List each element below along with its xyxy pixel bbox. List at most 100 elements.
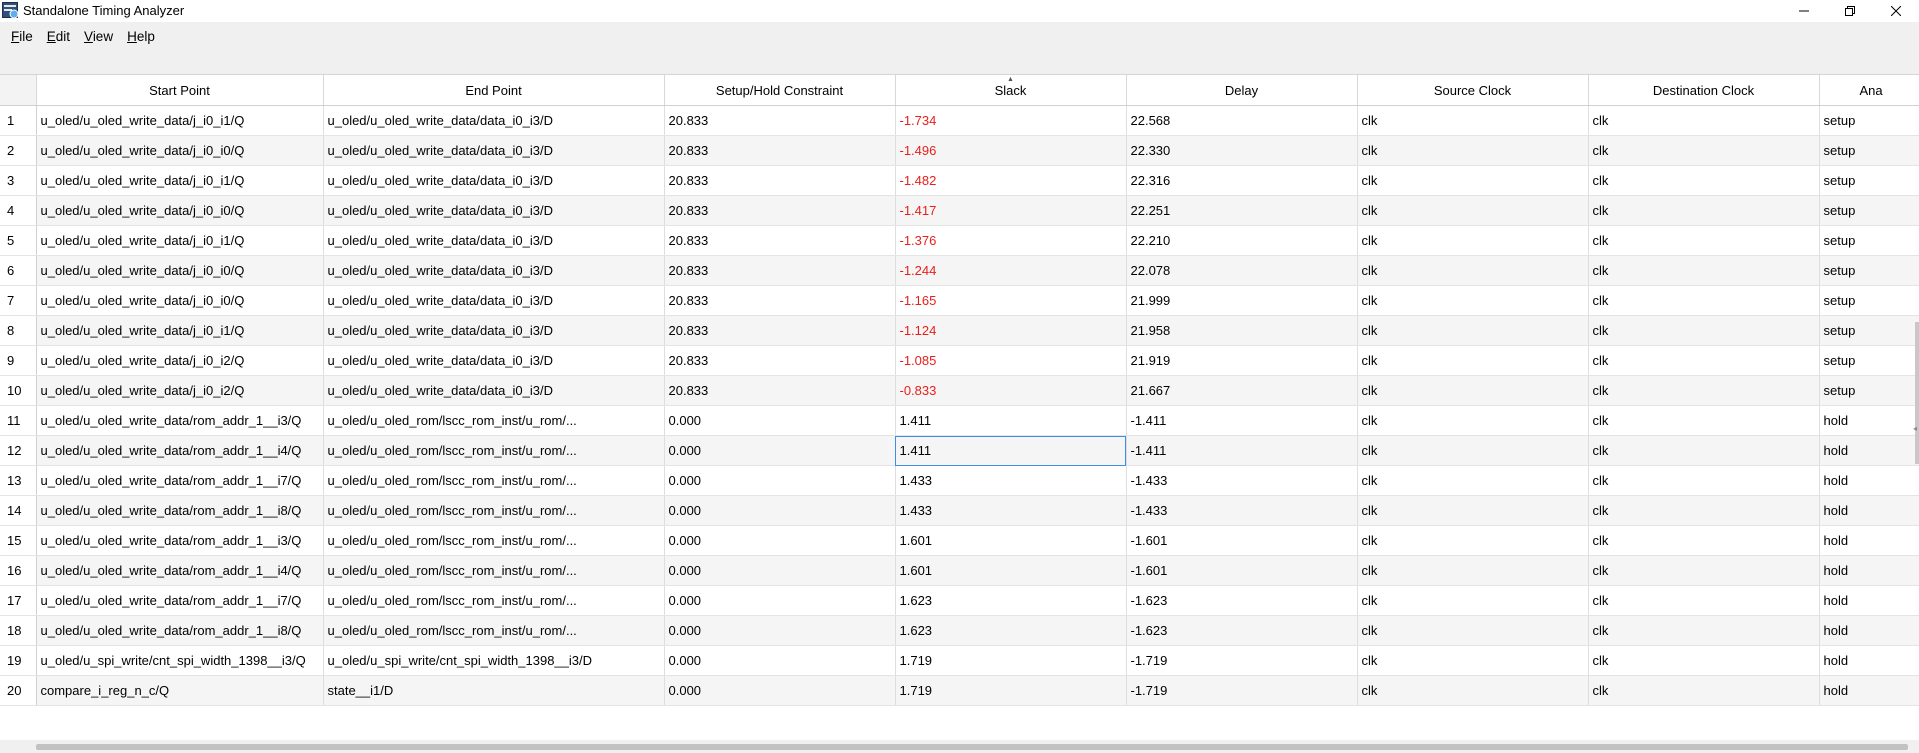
slack-cell[interactable]: 1.719: [895, 645, 1127, 676]
delay-cell[interactable]: 22.078: [1126, 255, 1358, 286]
start-point-cell[interactable]: u_oled/u_oled_write_data/j_i0_i0/Q: [36, 135, 324, 166]
analysis-type-cell[interactable]: hold: [1819, 525, 1919, 556]
start-point-cell[interactable]: u_oled/u_oled_write_data/j_i0_i0/Q: [36, 285, 324, 316]
end-point-cell[interactable]: state__i1/D: [323, 675, 665, 706]
row-number[interactable]: 13: [0, 465, 37, 496]
start-point-cell[interactable]: u_oled/u_oled_write_data/j_i0_i0/Q: [36, 255, 324, 286]
row-number[interactable]: 8: [0, 315, 37, 346]
destination-clock-cell[interactable]: clk: [1588, 645, 1820, 676]
analysis-type-cell[interactable]: hold: [1819, 585, 1919, 616]
slack-cell[interactable]: -1.244: [895, 255, 1127, 286]
destination-clock-cell[interactable]: clk: [1588, 375, 1820, 406]
start-point-cell[interactable]: u_oled/u_oled_write_data/rom_addr_1__i7/…: [36, 585, 324, 616]
end-point-cell[interactable]: u_oled/u_oled_write_data/data_i0_i3/D: [323, 255, 665, 286]
source-clock-cell[interactable]: clk: [1357, 585, 1589, 616]
constraint-cell[interactable]: 0.000: [664, 525, 896, 556]
source-clock-cell[interactable]: clk: [1357, 555, 1589, 586]
column-header-constraint[interactable]: Setup/Hold Constraint: [664, 75, 896, 106]
analysis-type-cell[interactable]: setup: [1819, 255, 1919, 286]
table-row[interactable]: 16 u_oled/u_oled_write_data/rom_addr_1__i…: [0, 555, 1919, 586]
delay-cell[interactable]: -1.411: [1126, 405, 1358, 436]
analysis-type-cell[interactable]: hold: [1819, 405, 1919, 436]
slack-cell[interactable]: -1.734: [895, 105, 1127, 136]
slack-cell[interactable]: 1.601: [895, 555, 1127, 586]
table-row[interactable]: 18 u_oled/u_oled_write_data/rom_addr_1__i…: [0, 615, 1919, 646]
source-clock-cell[interactable]: clk: [1357, 495, 1589, 526]
start-point-cell[interactable]: u_oled/u_oled_write_data/rom_addr_1__i8/…: [36, 615, 324, 646]
horizontal-scrollbar-thumb[interactable]: [36, 744, 1908, 750]
row-number[interactable]: 19: [0, 645, 37, 676]
vertical-scrollbar-thumb[interactable]: [1915, 322, 1919, 464]
source-clock-cell[interactable]: clk: [1357, 135, 1589, 166]
column-header-delay[interactable]: Delay: [1126, 75, 1358, 106]
analysis-type-cell[interactable]: hold: [1819, 555, 1919, 586]
slack-cell[interactable]: -1.376: [895, 225, 1127, 256]
delay-cell[interactable]: -1.433: [1126, 465, 1358, 496]
destination-clock-cell[interactable]: clk: [1588, 195, 1820, 226]
start-point-cell[interactable]: u_oled/u_oled_write_data/rom_addr_1__i3/…: [36, 525, 324, 556]
slack-cell[interactable]: -1.496: [895, 135, 1127, 166]
delay-cell[interactable]: -1.623: [1126, 615, 1358, 646]
source-clock-cell[interactable]: clk: [1357, 345, 1589, 376]
menu-view[interactable]: View: [77, 27, 120, 47]
table-row[interactable]: 8 u_oled/u_oled_write_data/j_i0_i1/Q u_ole…: [0, 315, 1919, 346]
destination-clock-cell[interactable]: clk: [1588, 465, 1820, 496]
source-clock-cell[interactable]: clk: [1357, 435, 1589, 466]
source-clock-cell[interactable]: clk: [1357, 375, 1589, 406]
source-clock-cell[interactable]: clk: [1357, 315, 1589, 346]
end-point-cell[interactable]: u_oled/u_oled_rom/lscc_rom_inst/u_rom/..…: [323, 615, 665, 646]
constraint-cell[interactable]: 0.000: [664, 495, 896, 526]
row-number[interactable]: 18: [0, 615, 37, 646]
slack-cell[interactable]: -1.085: [895, 345, 1127, 376]
start-point-cell[interactable]: u_oled/u_spi_write/cnt_spi_width_1398__i…: [36, 645, 324, 676]
row-number[interactable]: 14: [0, 495, 37, 526]
constraint-cell[interactable]: 0.000: [664, 675, 896, 706]
row-number[interactable]: 12: [0, 435, 37, 466]
end-point-cell[interactable]: u_oled/u_oled_rom/lscc_rom_inst/u_rom/..…: [323, 465, 665, 496]
table-row[interactable]: 19 u_oled/u_spi_write/cnt_spi_width_1398_…: [0, 645, 1919, 676]
analysis-type-cell[interactable]: hold: [1819, 465, 1919, 496]
analysis-type-cell[interactable]: setup: [1819, 315, 1919, 346]
constraint-cell[interactable]: 20.833: [664, 285, 896, 316]
end-point-cell[interactable]: u_oled/u_oled_rom/lscc_rom_inst/u_rom/..…: [323, 585, 665, 616]
slack-cell[interactable]: 1.623: [895, 615, 1127, 646]
slack-cell[interactable]: 1.433: [895, 465, 1127, 496]
row-number[interactable]: 15: [0, 525, 37, 556]
column-header-destination-clock[interactable]: Destination Clock: [1588, 75, 1820, 106]
column-header-analysis[interactable]: Ana: [1819, 75, 1919, 106]
constraint-cell[interactable]: 20.833: [664, 375, 896, 406]
slack-cell[interactable]: -1.165: [895, 285, 1127, 316]
column-header-end-point[interactable]: End Point: [323, 75, 665, 106]
slack-cell[interactable]: 1.623: [895, 585, 1127, 616]
destination-clock-cell[interactable]: clk: [1588, 555, 1820, 586]
destination-clock-cell[interactable]: clk: [1588, 525, 1820, 556]
timing-table-view[interactable]: Start Point End Point Setup/Hold Constra…: [0, 74, 1919, 741]
horizontal-scrollbar[interactable]: [0, 740, 1919, 753]
end-point-cell[interactable]: u_oled/u_oled_write_data/data_i0_i3/D: [323, 345, 665, 376]
constraint-cell[interactable]: 20.833: [664, 165, 896, 196]
end-point-cell[interactable]: u_oled/u_oled_write_data/data_i0_i3/D: [323, 225, 665, 256]
constraint-cell[interactable]: 20.833: [664, 195, 896, 226]
end-point-cell[interactable]: u_oled/u_oled_rom/lscc_rom_inst/u_rom/..…: [323, 525, 665, 556]
delay-cell[interactable]: 22.330: [1126, 135, 1358, 166]
start-point-cell[interactable]: u_oled/u_oled_write_data/rom_addr_1__i4/…: [36, 555, 324, 586]
constraint-cell[interactable]: 0.000: [664, 615, 896, 646]
end-point-cell[interactable]: u_oled/u_oled_rom/lscc_rom_inst/u_rom/..…: [323, 555, 665, 586]
table-row[interactable]: 6 u_oled/u_oled_write_data/j_i0_i0/Q u_ole…: [0, 255, 1919, 286]
slack-cell[interactable]: -1.482: [895, 165, 1127, 196]
minimize-button[interactable]: [1781, 0, 1827, 22]
source-clock-cell[interactable]: clk: [1357, 255, 1589, 286]
menu-help[interactable]: Help: [120, 27, 162, 47]
start-point-cell[interactable]: u_oled/u_oled_write_data/rom_addr_1__i4/…: [36, 435, 324, 466]
slack-cell[interactable]: -1.124: [895, 315, 1127, 346]
destination-clock-cell[interactable]: clk: [1588, 165, 1820, 196]
delay-cell[interactable]: 22.210: [1126, 225, 1358, 256]
destination-clock-cell[interactable]: clk: [1588, 345, 1820, 376]
analysis-type-cell[interactable]: setup: [1819, 225, 1919, 256]
start-point-cell[interactable]: compare_i_reg_n_c/Q: [36, 675, 324, 706]
table-row[interactable]: 1 u_oled/u_oled_write_data/j_i0_i1/Q u_ole…: [0, 105, 1919, 136]
end-point-cell[interactable]: u_oled/u_oled_write_data/data_i0_i3/D: [323, 315, 665, 346]
analysis-type-cell[interactable]: setup: [1819, 345, 1919, 376]
table-row[interactable]: 15 u_oled/u_oled_write_data/rom_addr_1__i…: [0, 525, 1919, 556]
table-row[interactable]: 7 u_oled/u_oled_write_data/j_i0_i0/Q u_ole…: [0, 285, 1919, 316]
